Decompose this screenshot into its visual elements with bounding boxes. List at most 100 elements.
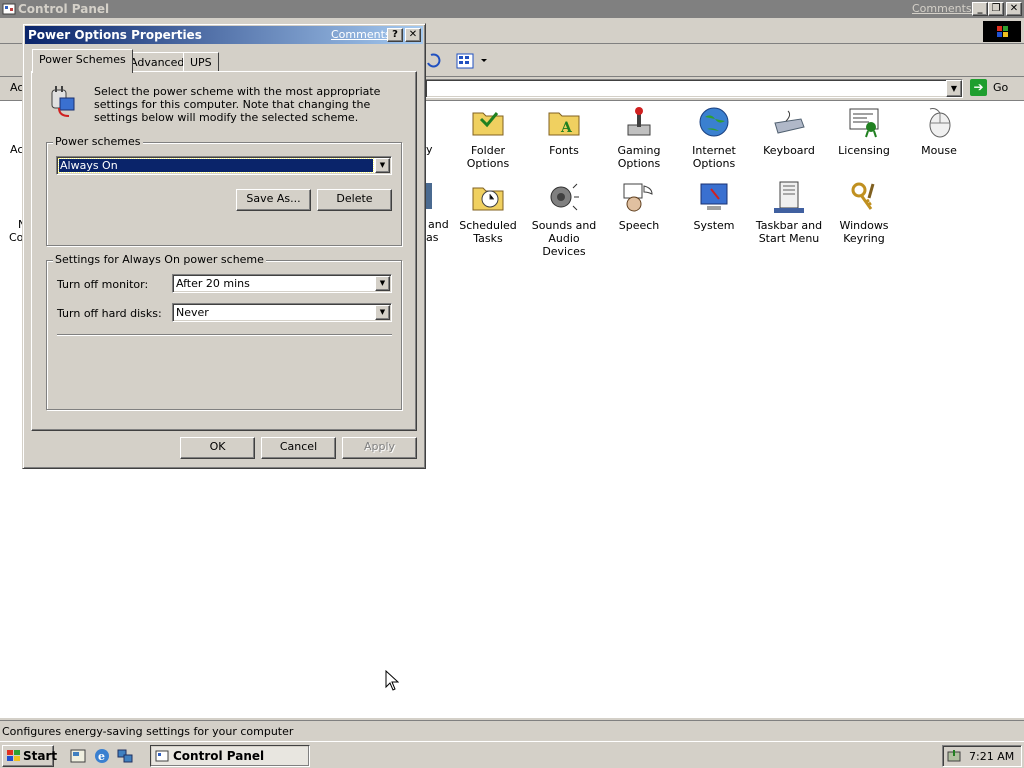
power-tray-icon[interactable] — [947, 748, 963, 764]
go-label: Go — [993, 81, 1009, 94]
close-button[interactable]: ✕ — [1006, 2, 1022, 16]
item-label: Mouse — [921, 144, 957, 157]
refresh-icon[interactable] — [425, 51, 441, 69]
chevron-down-icon[interactable]: ▼ — [375, 276, 390, 291]
minimize-button[interactable]: _ — [972, 2, 988, 16]
keyring-item[interactable]: Windows Keyring — [826, 180, 902, 245]
item-label: Sounds and Audio Devices — [531, 219, 597, 258]
item-label: Fonts — [549, 144, 579, 157]
turn-off-monitor-select[interactable]: After 20 mins ▼ — [172, 274, 392, 293]
clock[interactable]: 7:21 AM — [969, 750, 1014, 763]
licensing-icon — [847, 105, 881, 139]
keyboard-item[interactable]: Keyboard — [751, 105, 827, 157]
gaming-options-icon — [622, 105, 656, 139]
item-label: Speech — [618, 219, 660, 232]
restore-button[interactable]: ❐ — [988, 2, 1004, 16]
mouse-icon — [922, 105, 956, 139]
help-button[interactable]: ? — [387, 28, 403, 42]
system-item[interactable]: System — [676, 180, 752, 232]
taskbar-item[interactable]: Taskbar and Start Menu — [751, 180, 827, 245]
item-label: Windows Keyring — [839, 219, 889, 245]
scheme-settings-group-label: Settings for Always On power scheme — [53, 253, 266, 266]
folder-options-item[interactable]: Folder Options — [450, 105, 526, 170]
partial-item-label: y — [426, 143, 433, 156]
windows-flag-icon — [7, 750, 21, 762]
chevron-down-icon[interactable]: ▼ — [375, 305, 390, 320]
views-icon[interactable] — [455, 52, 489, 70]
status-bar: Configures energy-saving settings for yo… — [0, 720, 1024, 740]
control-panel-task-icon — [155, 749, 169, 763]
licensing-item[interactable]: Licensing — [826, 105, 902, 157]
apply-button[interactable]: Apply — [342, 437, 417, 459]
window-title: Control Panel — [18, 2, 110, 16]
item-label: Scheduled Tasks — [459, 219, 517, 245]
go-arrow-icon: ➔ — [970, 79, 987, 96]
disks-value: Never — [176, 306, 209, 319]
taskbar-icon — [772, 180, 806, 214]
sounds-icon — [547, 180, 581, 214]
save-as-button[interactable]: Save As... — [236, 189, 311, 211]
item-label: Taskbar and Start Menu — [755, 219, 823, 245]
svg-text:e: e — [98, 750, 105, 763]
turn-off-disks-select[interactable]: Never ▼ — [172, 303, 392, 322]
power-schemes-group-label: Power schemes — [53, 135, 143, 148]
taskbar-control-panel-button[interactable]: Control Panel — [150, 745, 310, 767]
power-plug-icon — [46, 84, 80, 118]
tab-power-schemes[interactable]: Power Schemes — [32, 49, 133, 73]
mouse-item[interactable]: Mouse — [901, 105, 977, 157]
address-dropdown-button[interactable]: ▼ — [946, 80, 962, 97]
ok-button[interactable]: OK — [180, 437, 255, 459]
fonts-item[interactable]: A Fonts — [526, 105, 602, 157]
item-label: Internet Options — [692, 144, 736, 170]
fonts-icon: A — [547, 105, 581, 139]
delete-button[interactable]: Delete — [317, 189, 392, 211]
mouse-cursor-icon — [385, 669, 400, 692]
item-label: System — [693, 219, 735, 232]
cancel-button[interactable]: Cancel — [261, 437, 336, 459]
power-options-dialog: Power Options Properties Comments? ? ✕ P… — [22, 23, 426, 469]
gaming-options-item[interactable]: Gaming Options — [601, 105, 677, 170]
dialog-titlebar[interactable]: Power Options Properties Comments? ? ✕ — [25, 26, 423, 44]
system-icon — [697, 180, 731, 214]
control-panel-titlebar[interactable]: Control Panel Comments? _ ❐ ✕ — [0, 0, 1024, 18]
dialog-title: Power Options Properties — [28, 28, 202, 42]
comments-link[interactable]: Comments? — [912, 2, 977, 15]
turn-off-monitor-label: Turn off monitor: — [57, 278, 149, 291]
status-text: Configures energy-saving settings for yo… — [2, 725, 294, 738]
scheme-description: Select the power scheme with the most ap… — [94, 85, 381, 124]
tab-ups[interactable]: UPS — [183, 52, 219, 72]
partial-item-label: as — [426, 231, 439, 244]
power-schemes-panel: Select the power scheme with the most ap… — [31, 71, 417, 431]
monitor-value: After 20 mins — [176, 277, 250, 290]
speech-icon — [622, 180, 656, 214]
windows-logo — [983, 21, 1021, 42]
chevron-down-icon[interactable]: ▼ — [375, 158, 390, 173]
tab-advanced[interactable]: Advanced — [123, 52, 192, 72]
power-scheme-select[interactable]: Always On ▼ — [56, 156, 392, 175]
item-label: Keyboard — [763, 144, 815, 157]
folder-options-icon — [471, 105, 505, 139]
internet-explorer-icon[interactable]: e — [93, 747, 111, 765]
dialog-close-button[interactable]: ✕ — [405, 28, 421, 42]
power-scheme-value: Always On — [58, 158, 374, 173]
address-input[interactable] — [425, 79, 963, 98]
separator — [57, 334, 392, 336]
control-panel-app-icon — [2, 2, 16, 16]
system-tray: 7:21 AM — [942, 745, 1022, 767]
scheduled-tasks-item[interactable]: Scheduled Tasks — [450, 180, 526, 245]
svg-text:A: A — [560, 120, 573, 136]
item-label: Licensing — [838, 144, 890, 157]
start-button[interactable]: Start — [2, 745, 57, 767]
internet-options-icon — [697, 105, 731, 139]
item-label: Folder Options — [466, 144, 510, 170]
turn-off-disks-label: Turn off hard disks: — [57, 307, 162, 320]
go-button[interactable]: ➔ Go — [968, 78, 1018, 98]
keyboard-icon — [772, 105, 806, 139]
speech-item[interactable]: Speech — [601, 180, 677, 232]
network-icon[interactable] — [116, 747, 134, 765]
keyring-icon — [847, 180, 881, 214]
internet-options-item[interactable]: Internet Options — [676, 105, 752, 170]
sounds-item[interactable]: Sounds and Audio Devices — [526, 180, 602, 258]
item-label: Gaming Options — [617, 144, 661, 170]
show-desktop-icon[interactable] — [69, 747, 87, 765]
